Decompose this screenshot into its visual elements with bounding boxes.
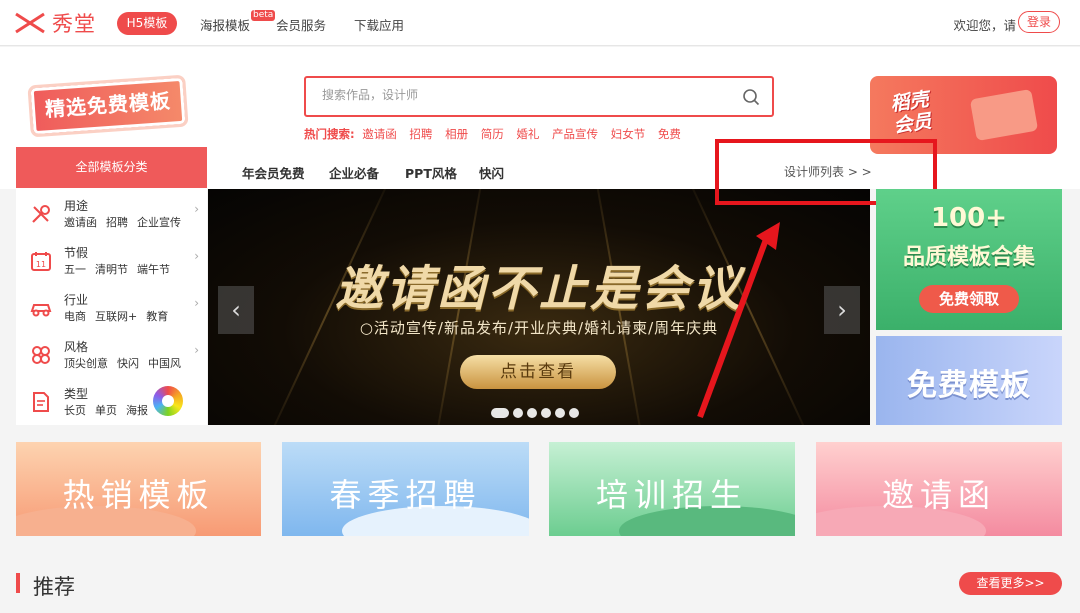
chevron-right-icon: › xyxy=(194,249,199,263)
car-icon xyxy=(30,304,52,317)
feature-invitation[interactable]: 邀请函 xyxy=(816,442,1062,536)
search-box xyxy=(304,76,774,117)
carousel-dot[interactable] xyxy=(569,408,579,418)
sidebar-item-title: 类型 xyxy=(64,387,89,401)
sidebar-subitem[interactable]: 五一 xyxy=(64,263,86,276)
tab-enterprise[interactable]: 企业必备 xyxy=(329,163,379,182)
hot-keyword[interactable]: 免费 xyxy=(658,127,681,141)
hot-keyword[interactable]: 简历 xyxy=(481,127,504,141)
feature-label: 培训招生 xyxy=(595,476,748,514)
sidebar-subitem[interactable]: 招聘 xyxy=(106,216,128,229)
sidebar-subitem[interactable]: 长页 xyxy=(64,404,86,417)
hot-keyword[interactable]: 产品宣传 xyxy=(552,127,598,141)
logo[interactable]: 秀堂 xyxy=(14,10,96,36)
hero-view-button[interactable]: 点击查看 xyxy=(460,355,616,389)
sidebar-subitem[interactable]: 顶尖创意 xyxy=(64,357,108,370)
carousel-dot[interactable] xyxy=(555,408,565,418)
tab-annual-member-free[interactable]: 年会员免费 xyxy=(242,163,305,182)
free-templates-tile[interactable]: 免费模板 xyxy=(876,336,1062,425)
top-nav: 秀堂 H5模板 海报模板 beta 会员服务 下载应用 欢迎您，请 登录 xyxy=(0,0,1080,46)
sidebar-subitem[interactable]: 企业宣传 xyxy=(137,216,181,229)
search-icon[interactable] xyxy=(742,88,760,106)
tab-ppt-style[interactable]: PPT风格 xyxy=(405,163,457,182)
hot-search-row: 热门搜索: 邀请函 招聘 相册 简历 婚礼 产品宣传 妇女节 免费 xyxy=(304,126,690,142)
document-icon xyxy=(33,392,49,412)
free-claim-button[interactable]: 免费领取 xyxy=(919,285,1019,313)
sidebar-item-industry[interactable]: 行业 电商 互联网+ 教育 › xyxy=(16,283,207,330)
carousel-prev-button[interactable]: ‹ xyxy=(218,286,254,334)
feature-training[interactable]: 培训招生 xyxy=(549,442,795,536)
nav-h5-templates[interactable]: H5模板 xyxy=(117,12,177,35)
search-input[interactable] xyxy=(322,88,722,102)
sidebar-subitem[interactable]: 清明节 xyxy=(95,263,128,276)
beta-badge: beta xyxy=(251,10,276,21)
tools-icon xyxy=(32,205,50,223)
feature-label: 邀请函 xyxy=(881,476,996,514)
section-accent-bar xyxy=(16,573,20,593)
free-templates-tile-title: 免费模板 xyxy=(907,368,1031,403)
feature-spring-recruit[interactable]: 春季招聘 xyxy=(282,442,529,536)
vip-banner-text: 稻壳会员 xyxy=(889,88,933,138)
sidebar-subitem[interactable]: 中国风 xyxy=(148,357,181,370)
sidebar-subitem[interactable]: 快闪 xyxy=(117,357,139,370)
sidebar-item-title: 节假 xyxy=(64,246,89,260)
hot-keyword[interactable]: 邀请函 xyxy=(362,127,397,141)
hot-search-label: 热门搜索: xyxy=(304,127,355,141)
collection-tile[interactable]: 100+ 品质模板合集 免费领取 xyxy=(876,189,1062,330)
vip-card-graphic xyxy=(969,88,1039,142)
hot-keyword[interactable]: 婚礼 xyxy=(516,127,539,141)
sidebar-item-title: 风格 xyxy=(64,340,89,354)
chevron-right-icon: › xyxy=(194,296,199,310)
sidebar-item-style[interactable]: 风格 顶尖创意 快闪 中国风 › xyxy=(16,330,207,377)
feature-label: 春季招聘 xyxy=(329,476,482,514)
feature-hot-templates[interactable]: 热销模板 xyxy=(16,442,261,536)
sidebar-item-usage[interactable]: 用途 邀请函 招聘 企业宣传 › xyxy=(16,189,207,236)
view-more-button[interactable]: 查看更多>> xyxy=(959,572,1062,595)
carousel-next-button[interactable]: › xyxy=(824,286,860,334)
flower-icon xyxy=(32,346,50,364)
sidebar-item-title: 行业 xyxy=(64,293,89,307)
welcome-text: 欢迎您，请 xyxy=(953,18,1016,33)
sidebar-subitem[interactable]: 教育 xyxy=(146,310,168,323)
feature-label: 热销模板 xyxy=(62,476,215,514)
carousel-dot[interactable] xyxy=(527,408,537,418)
recommend-title: 推荐 xyxy=(33,575,75,599)
carousel-dot[interactable] xyxy=(491,408,509,418)
login-button[interactable]: 登录 xyxy=(1018,11,1060,33)
annotation-arrow xyxy=(697,222,780,419)
sidebar-subitem[interactable]: 互联网+ xyxy=(95,310,137,323)
hot-keyword[interactable]: 相册 xyxy=(445,127,468,141)
nav-poster-templates[interactable]: 海报模板 xyxy=(200,15,250,34)
sidebar-subitem[interactable]: 海报 xyxy=(126,404,148,417)
sidebar-item-title: 用途 xyxy=(64,199,89,213)
hot-keyword[interactable]: 招聘 xyxy=(409,127,432,141)
carousel-dots xyxy=(491,408,579,418)
sidebar-subitem[interactable]: 电商 xyxy=(64,310,86,323)
brand-name: 秀堂 xyxy=(52,12,96,36)
brand-logo-icon xyxy=(15,12,45,34)
svg-text:11: 11 xyxy=(36,260,46,269)
chevron-right-icon: › xyxy=(194,202,199,216)
calendar-icon: 11 xyxy=(31,252,51,271)
collection-title: 品质模板合集 xyxy=(902,245,1035,270)
chevron-right-icon: › xyxy=(194,343,199,357)
carousel-dot[interactable] xyxy=(541,408,551,418)
carousel-dot[interactable] xyxy=(513,408,523,418)
sidebar-subitem[interactable]: 邀请函 xyxy=(64,216,97,229)
nav-download-app[interactable]: 下载应用 xyxy=(354,15,404,34)
hot-keyword[interactable]: 妇女节 xyxy=(611,127,646,141)
sidebar-subitem[interactable]: 端午节 xyxy=(137,263,170,276)
free-templates-badge[interactable]: 精选免费模板 xyxy=(27,74,189,138)
sidebar-subitem[interactable]: 单页 xyxy=(95,404,117,417)
all-categories-header[interactable]: 全部模板分类 xyxy=(16,147,207,188)
sidebar-item-holiday[interactable]: 11 节假 五一 清明节 端午节 › xyxy=(16,236,207,283)
nav-member-service[interactable]: 会员服务 xyxy=(276,15,326,34)
color-wheel-icon[interactable] xyxy=(153,386,183,416)
tab-flash[interactable]: 快闪 xyxy=(479,163,504,182)
collection-count: 100+ xyxy=(930,203,1008,233)
